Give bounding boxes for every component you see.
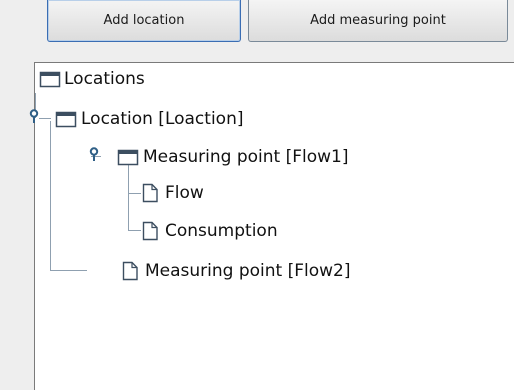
file-icon bbox=[122, 261, 138, 281]
file-icon bbox=[142, 221, 158, 241]
tree-node-label: Locations bbox=[64, 69, 145, 89]
add-measuring-point-button[interactable]: Add measuring point bbox=[248, 0, 508, 42]
tree-node-measuring-point-flow1[interactable]: Measuring point [Flow1] bbox=[117, 145, 349, 169]
tree-node-label: Measuring point [Flow2] bbox=[145, 261, 351, 281]
folder-icon bbox=[55, 111, 77, 128]
tree-node-locations[interactable]: Locations bbox=[39, 67, 145, 91]
tree-node-label: Measuring point [Flow1] bbox=[143, 147, 349, 167]
app-window: Add location Add measuring point Locatio… bbox=[0, 0, 514, 390]
tree-node-consumption[interactable]: Consumption bbox=[139, 219, 278, 243]
tree-node-label: Consumption bbox=[165, 221, 278, 241]
add-location-button[interactable]: Add location bbox=[47, 0, 241, 42]
locations-tree[interactable]: Locations Location [Loaction] Measuring … bbox=[29, 62, 514, 390]
tree-node-flow[interactable]: Flow bbox=[139, 181, 204, 205]
folder-icon bbox=[117, 149, 139, 166]
expand-handle-icon[interactable] bbox=[89, 147, 99, 161]
add-location-label: Add location bbox=[103, 13, 185, 28]
add-measuring-point-label: Add measuring point bbox=[310, 13, 446, 28]
tree-node-label: Flow bbox=[165, 183, 204, 203]
tree-node-label: Location [Loaction] bbox=[81, 109, 244, 129]
file-icon bbox=[142, 183, 158, 203]
tree-node-measuring-point-flow2[interactable]: Measuring point [Flow2] bbox=[119, 259, 351, 283]
folder-icon bbox=[39, 71, 61, 88]
expand-handle-icon[interactable] bbox=[29, 109, 39, 123]
tree-node-location[interactable]: Location [Loaction] bbox=[55, 107, 243, 131]
